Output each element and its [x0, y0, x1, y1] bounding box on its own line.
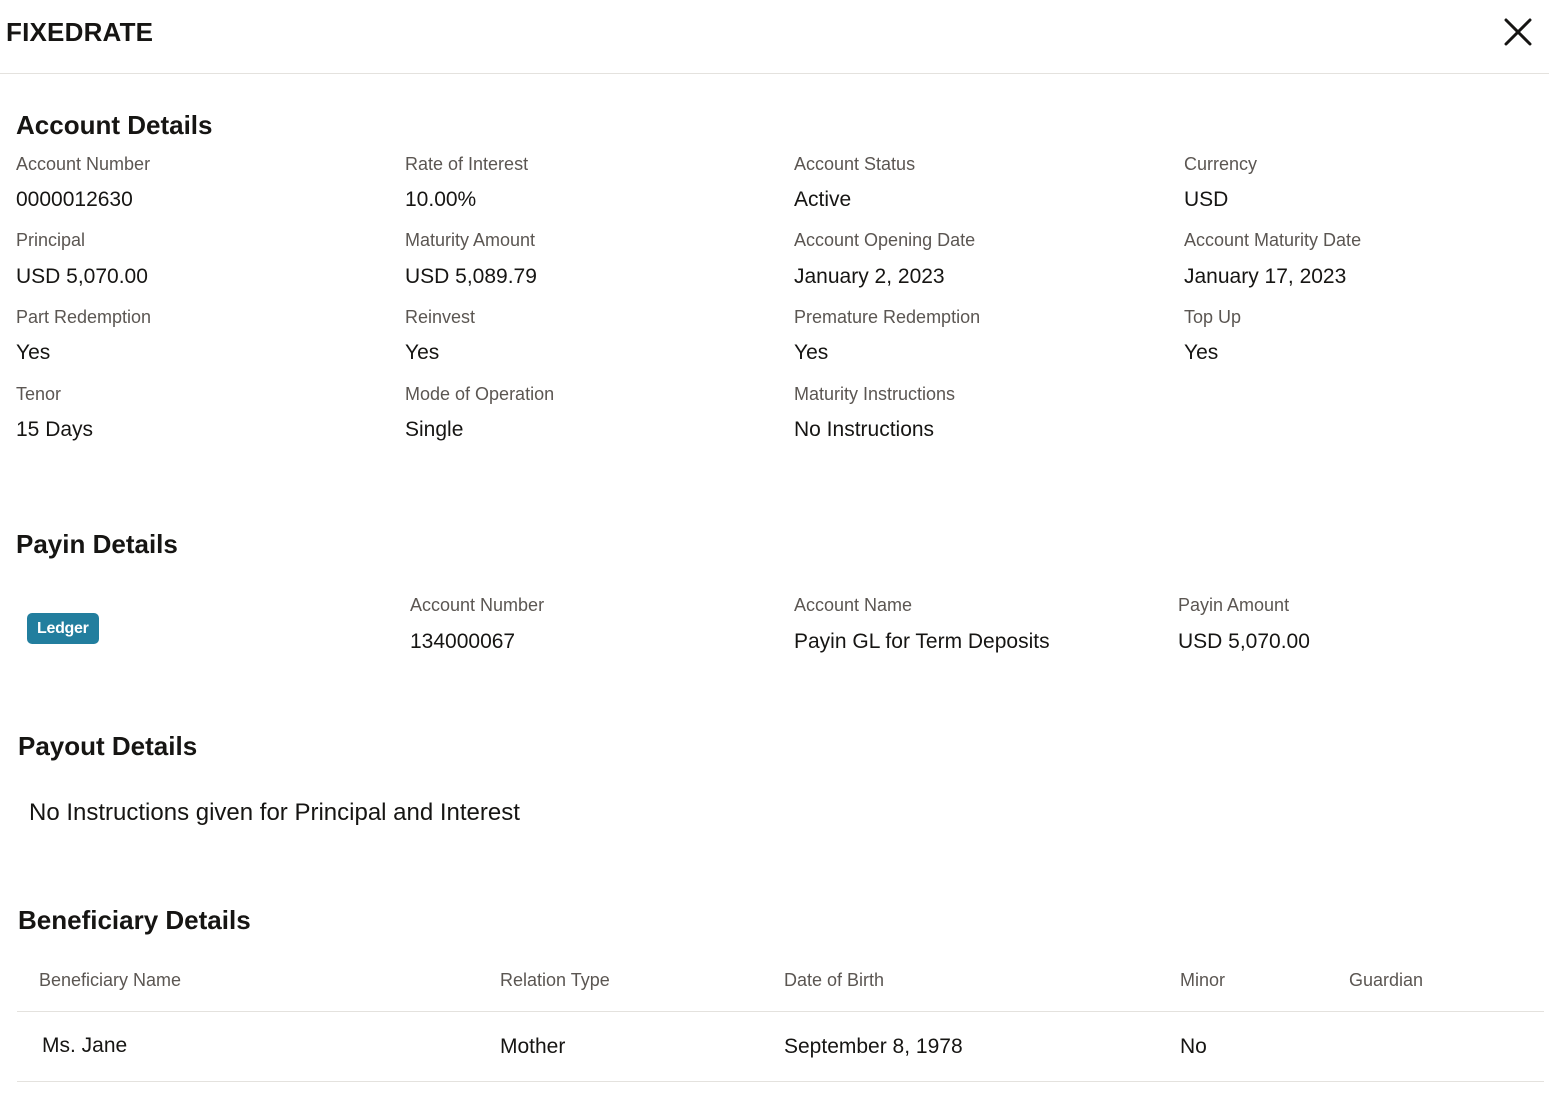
column-header-relation-type: Relation Type [500, 970, 610, 990]
account-maturity-date-label: Account Maturity Date [1184, 230, 1362, 250]
beneficiary-table: Beneficiary Name Relation Type Date of B… [17, 955, 1544, 1082]
rate-of-interest-value: 10.00% [405, 188, 477, 211]
close-button[interactable] [1500, 14, 1536, 50]
top-up-value: Yes [1184, 341, 1219, 364]
table-header: Beneficiary Name Relation Type Date of B… [17, 955, 1544, 1012]
payout-message: No Instructions given for Principal and … [29, 799, 520, 826]
column-header-beneficiary-name: Beneficiary Name [39, 970, 182, 990]
premature-redemption-label: Premature Redemption [794, 307, 981, 327]
account-number-value: 0000012630 [16, 188, 133, 211]
account-opening-date-value: January 2, 2023 [794, 265, 945, 288]
payin-account-number-value: 134000067 [410, 630, 516, 653]
principal-label: Principal [16, 230, 86, 250]
account-details-title: Account Details [16, 110, 213, 140]
part-redemption-value: Yes [16, 341, 51, 364]
dialog-header: FIXEDRATE [0, 0, 1549, 74]
dialog-title: FIXEDRATE [6, 17, 154, 47]
account-status-value: Active [794, 188, 852, 211]
close-icon [1504, 18, 1532, 46]
minor-cell: No [1180, 1035, 1207, 1058]
maturity-amount-value: USD 5,089.79 [405, 265, 537, 288]
account-number-label: Account Number [16, 154, 151, 174]
maturity-instructions-label: Maturity Instructions [794, 384, 956, 404]
account-opening-date-label: Account Opening Date [794, 230, 976, 250]
payin-amount-label: Payin Amount [1178, 595, 1290, 615]
tenor-value: 15 Days [16, 418, 94, 441]
column-header-guardian: Guardian [1349, 970, 1424, 990]
ledger-badge: Ledger [27, 613, 99, 644]
payin-account-name-label: Account Name [794, 595, 913, 615]
mode-of-operation-label: Mode of Operation [405, 384, 555, 404]
mode-of-operation-value: Single [405, 418, 464, 441]
column-header-minor: Minor [1180, 970, 1226, 990]
payin-details-title: Payin Details [16, 529, 178, 559]
date-of-birth-cell: September 8, 1978 [784, 1035, 963, 1058]
reinvest-value: Yes [405, 341, 440, 364]
tenor-label: Tenor [16, 384, 62, 404]
payin-account-number-label: Account Number [410, 595, 545, 615]
premature-redemption-value: Yes [794, 341, 829, 364]
payin-account-name-value: Payin GL for Term Deposits [794, 630, 1050, 653]
account-maturity-date-value: January 17, 2023 [1184, 265, 1347, 288]
rate-of-interest-label: Rate of Interest [405, 154, 529, 174]
reinvest-label: Reinvest [405, 307, 476, 327]
part-redemption-label: Part Redemption [16, 307, 152, 327]
column-header-date-of-birth: Date of Birth [784, 970, 885, 990]
maturity-amount-label: Maturity Amount [405, 230, 536, 250]
account-status-label: Account Status [794, 154, 916, 174]
maturity-instructions-value: No Instructions [794, 418, 935, 441]
principal-value: USD 5,070.00 [16, 265, 148, 288]
relation-type-cell: Mother [500, 1035, 566, 1058]
beneficiary-details-title: Beneficiary Details [18, 905, 251, 935]
payin-amount-value: USD 5,070.00 [1178, 630, 1310, 653]
currency-value: USD [1184, 188, 1229, 211]
table-row: Ms. Jane Mother September 8, 1978 No [17, 1012, 1544, 1082]
top-up-label: Top Up [1184, 307, 1242, 327]
payout-details-title: Payout Details [18, 731, 198, 761]
currency-label: Currency [1184, 154, 1258, 174]
beneficiary-name-cell: Ms. Jane [42, 1034, 128, 1057]
